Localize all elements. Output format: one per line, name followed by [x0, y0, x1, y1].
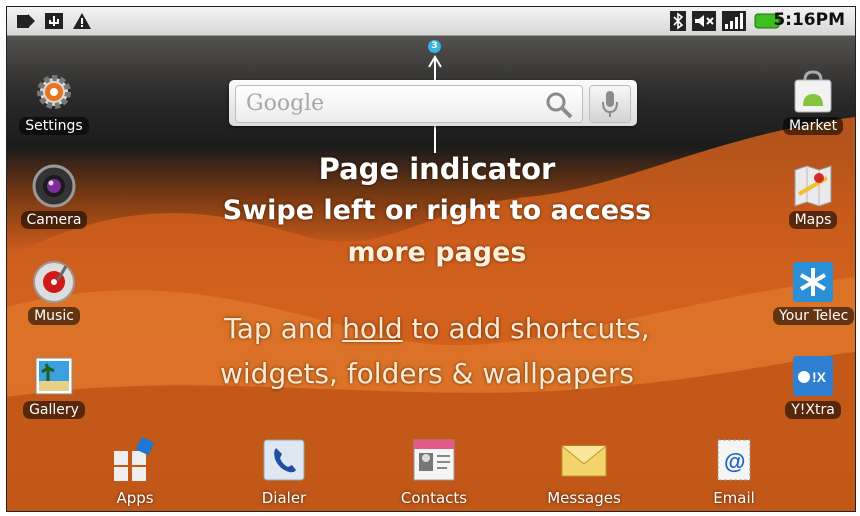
yahoo-icon: !X	[790, 353, 836, 399]
voice-search-button[interactable]	[589, 85, 631, 123]
app-label: Y!Xtra	[785, 401, 841, 419]
tap-hint-line1: Tap and hold to add shortcuts,	[177, 312, 697, 345]
envelope-icon	[560, 437, 608, 483]
apps-grid-icon	[111, 437, 159, 483]
market-icon	[790, 69, 836, 115]
mute-icon	[691, 11, 717, 31]
google-search-widget[interactable]: Google	[229, 80, 637, 126]
app-label: Gallery	[23, 401, 85, 419]
usb-icon	[43, 11, 65, 31]
page-indicator-title: Page indicator	[318, 152, 556, 186]
app-label: Maps	[788, 211, 838, 229]
dock-label: Contacts	[400, 489, 468, 507]
search-input[interactable]: Google	[235, 85, 583, 123]
tap-hint-after: to add shortcuts,	[402, 312, 650, 345]
dock-label: Apps	[116, 489, 154, 507]
warning-icon	[71, 11, 93, 31]
clock: 5:16PM	[773, 10, 845, 30]
tap-hint-line2: widgets, folders & wallpapers	[220, 357, 634, 390]
contacts-icon	[410, 437, 458, 483]
tap-hint-hold: hold	[342, 312, 403, 345]
camera-icon	[31, 163, 77, 209]
svg-text:!X: !X	[812, 369, 827, 385]
maps-icon	[790, 163, 836, 209]
app-maps[interactable]: Maps	[773, 163, 853, 229]
app-label: Settings	[19, 117, 89, 135]
tap-hint-before: Tap and	[224, 312, 343, 345]
app-your-telecom[interactable]: Your Telec	[773, 259, 855, 325]
asterisk-icon	[790, 259, 836, 305]
swipe-hint-line1: Swipe left or right to access	[222, 195, 652, 226]
music-icon	[31, 259, 77, 305]
status-bar: 5:16PM	[7, 7, 855, 36]
app-yxtra[interactable]: !X Y!Xtra	[773, 353, 853, 419]
bluetooth-icon	[669, 11, 687, 31]
app-label: Camera	[20, 211, 88, 229]
dock-email[interactable]: @ Email	[679, 435, 789, 507]
app-gallery[interactable]: Gallery	[14, 353, 94, 419]
dock-apps[interactable]: Apps	[80, 435, 190, 507]
email-icon: @	[710, 437, 758, 483]
signal-icon	[721, 11, 747, 31]
dock-dialer[interactable]: Dialer	[229, 435, 339, 507]
app-music[interactable]: Music	[14, 259, 94, 325]
swipe-hint-line2: more pages	[347, 237, 527, 268]
app-label: Market	[782, 117, 844, 135]
gear-icon	[31, 69, 77, 115]
dock-contacts[interactable]: Contacts	[379, 435, 489, 507]
app-label: Your Telec	[773, 307, 855, 325]
dock-label: Email	[713, 489, 755, 507]
svg-text:@: @	[724, 449, 745, 474]
dock-label: Messages	[547, 489, 621, 507]
app-settings[interactable]: Settings	[14, 69, 94, 135]
search-icon	[546, 92, 573, 119]
home-screen[interactable]: 5:16PM 3 Google Page indicator Swipe lef…	[6, 6, 856, 512]
dock-label: Dialer	[261, 489, 307, 507]
app-market[interactable]: Market	[773, 69, 853, 135]
search-placeholder: Google	[246, 91, 325, 116]
gallery-icon	[31, 353, 77, 399]
dock: Apps Dialer Contacts Messages @ Email	[7, 435, 855, 511]
microphone-icon	[602, 91, 618, 117]
dock-messages[interactable]: Messages	[529, 435, 639, 507]
phone-icon	[260, 437, 308, 483]
notification-icon	[15, 11, 37, 31]
app-label: Music	[28, 307, 80, 325]
page-indicator: 3	[428, 40, 441, 53]
app-camera[interactable]: Camera	[14, 163, 94, 229]
